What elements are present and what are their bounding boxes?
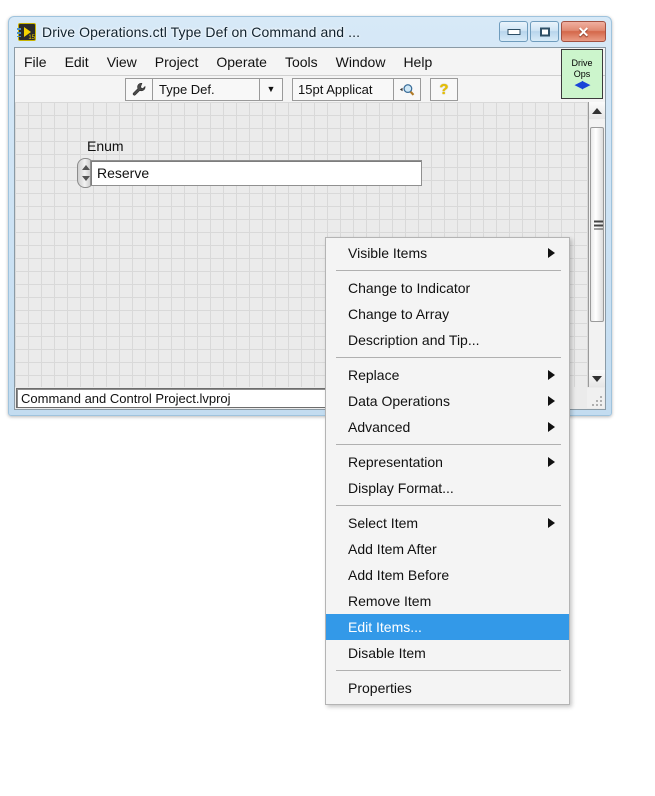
context-menu-item-label: Disable Item bbox=[348, 645, 426, 661]
vertical-scrollbar[interactable] bbox=[588, 102, 605, 387]
question-mark-icon[interactable]: ? bbox=[431, 79, 457, 100]
context-menu-item[interactable]: Replace bbox=[326, 362, 569, 388]
menu-separator bbox=[336, 670, 561, 671]
menu-edit[interactable]: Edit bbox=[56, 52, 98, 72]
context-menu-item[interactable]: Edit Items... bbox=[326, 614, 569, 640]
scroll-up-icon[interactable] bbox=[589, 102, 605, 119]
close-icon: ✕ bbox=[577, 23, 590, 40]
context-menu-item-label: Edit Items... bbox=[348, 619, 422, 635]
context-menu-item-label: Properties bbox=[348, 680, 412, 696]
typedef-group: Type Def. ▼ bbox=[125, 77, 283, 101]
scroll-down-icon[interactable] bbox=[589, 370, 605, 387]
context-menu-item[interactable]: Description and Tip... bbox=[326, 327, 569, 353]
submenu-arrow-icon bbox=[548, 422, 555, 432]
context-menu-item-label: Advanced bbox=[348, 419, 411, 435]
menu-help[interactable]: Help bbox=[394, 52, 441, 72]
window-titlebar[interactable]: 15 Drive Operations.ctl Type Def on Comm… bbox=[9, 17, 611, 47]
enum-value-field[interactable]: Reserve bbox=[90, 160, 422, 186]
context-menu-item[interactable]: Display Format... bbox=[326, 475, 569, 501]
scrollbar-grip-icon bbox=[594, 220, 603, 229]
context-menu-item[interactable]: Data Operations bbox=[326, 388, 569, 414]
minimize-icon bbox=[507, 28, 520, 35]
font-selector-value[interactable]: 15pt Applicat bbox=[293, 79, 393, 100]
maximize-button[interactable] bbox=[530, 21, 559, 42]
font-group: 15pt Applicat bbox=[292, 77, 421, 101]
menu-operate[interactable]: Operate bbox=[207, 52, 276, 72]
menu-tools[interactable]: Tools bbox=[276, 52, 327, 72]
menu-separator bbox=[336, 444, 561, 445]
menu-view[interactable]: View bbox=[98, 52, 146, 72]
window-controls: ✕ bbox=[499, 21, 606, 42]
context-menu-item-label: Data Operations bbox=[348, 393, 450, 409]
submenu-arrow-icon bbox=[548, 457, 555, 467]
project-path-field[interactable]: Command and Control Project.lvproj bbox=[16, 388, 328, 408]
context-menu-item[interactable]: Change to Array bbox=[326, 301, 569, 327]
context-menu-item-label: Change to Indicator bbox=[348, 280, 471, 296]
context-menu[interactable]: Visible Items Change to Indicator Change t… bbox=[325, 237, 570, 705]
chevron-down-icon[interactable]: ▼ bbox=[259, 78, 282, 100]
context-menu-item[interactable]: Visible Items bbox=[326, 240, 569, 266]
menu-separator bbox=[336, 357, 561, 358]
submenu-arrow-icon bbox=[548, 248, 555, 258]
context-menu-item-label: Description and Tip... bbox=[348, 332, 480, 348]
increment-arrow-icon[interactable] bbox=[82, 165, 90, 170]
context-menu-item-label: Remove Item bbox=[348, 593, 432, 609]
context-menu-item[interactable]: Representation bbox=[326, 449, 569, 475]
context-menu-item-label: Display Format... bbox=[348, 480, 454, 496]
resize-grip-icon[interactable] bbox=[587, 388, 604, 408]
left-right-arrow-icon: ◀▶ bbox=[574, 79, 591, 91]
menu-file[interactable]: File bbox=[15, 52, 56, 72]
window-title: Drive Operations.ctl Type Def on Command… bbox=[42, 24, 361, 40]
close-button[interactable]: ✕ bbox=[561, 21, 606, 42]
context-menu-item[interactable]: Remove Item bbox=[326, 588, 569, 614]
context-menu-item-label: Select Item bbox=[348, 515, 419, 531]
context-menu-item-label: Representation bbox=[348, 454, 443, 470]
context-menu-item[interactable]: Disable Item bbox=[326, 640, 569, 666]
decrement-arrow-icon[interactable] bbox=[82, 176, 90, 181]
help-group: ? bbox=[430, 77, 458, 101]
toolbar: Type Def. ▼ 15pt Applicat ? bbox=[15, 76, 605, 103]
labview-ctl-icon: 15 bbox=[17, 23, 36, 41]
menu-separator bbox=[336, 270, 561, 271]
enum-label: Enum bbox=[87, 138, 124, 154]
context-menu-item-label: Change to Array bbox=[348, 306, 450, 322]
context-menu-item-label: Add Item Before bbox=[348, 567, 450, 583]
context-menu-item[interactable]: Add Item After bbox=[326, 536, 569, 562]
context-menu-item-label: Visible Items bbox=[348, 245, 428, 261]
context-menu-item[interactable]: Select Item bbox=[326, 510, 569, 536]
maximize-icon bbox=[539, 27, 550, 36]
minimize-button[interactable] bbox=[499, 21, 528, 42]
context-menu-item[interactable]: Properties bbox=[326, 675, 569, 701]
magnifier-icon[interactable] bbox=[393, 78, 420, 100]
context-menu-item-label: Replace bbox=[348, 367, 400, 383]
submenu-arrow-icon bbox=[548, 518, 555, 528]
drive-ops-line1: Drive bbox=[571, 58, 593, 68]
submenu-arrow-icon bbox=[548, 396, 555, 406]
menu-project[interactable]: Project bbox=[146, 52, 208, 72]
context-menu-item[interactable]: Add Item Before bbox=[326, 562, 569, 588]
menu-bar: File Edit View Project Operate Tools Win… bbox=[15, 48, 605, 76]
icon-version-badge: 15 bbox=[28, 35, 35, 41]
context-menu-item[interactable]: Advanced bbox=[326, 414, 569, 440]
submenu-arrow-icon bbox=[548, 370, 555, 380]
context-menu-item[interactable]: Change to Indicator bbox=[326, 275, 569, 301]
drive-ops-badge[interactable]: Drive Ops ◀▶ bbox=[561, 49, 603, 99]
menu-window[interactable]: Window bbox=[327, 52, 395, 72]
scrollbar-thumb[interactable] bbox=[590, 127, 604, 322]
context-menu-item-label: Add Item After bbox=[348, 541, 437, 557]
menu-separator bbox=[336, 505, 561, 506]
wrench-icon[interactable] bbox=[126, 78, 153, 100]
screenshot-root: 15 Drive Operations.ctl Type Def on Comm… bbox=[0, 0, 655, 796]
typedef-combo-value[interactable]: Type Def. bbox=[153, 79, 259, 100]
